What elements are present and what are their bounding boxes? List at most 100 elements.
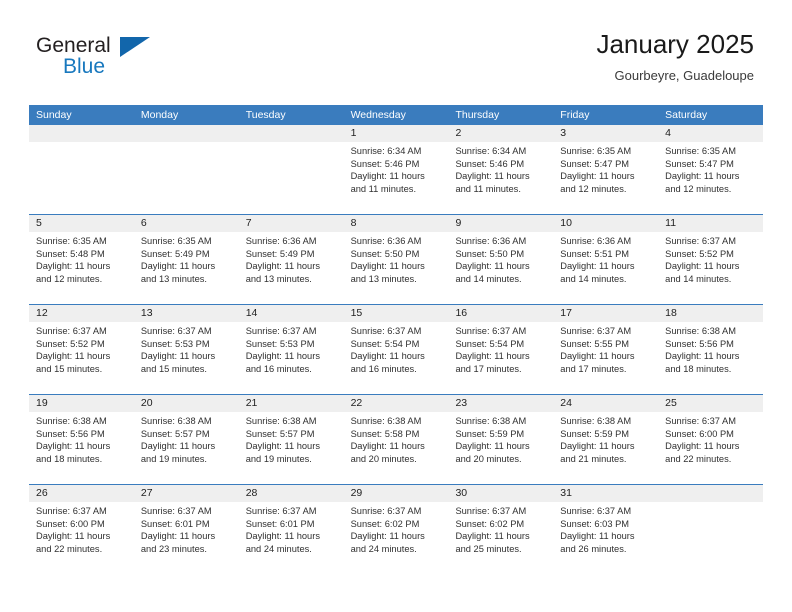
day-number bbox=[658, 485, 764, 502]
day-details: Sunrise: 6:38 AM Sunset: 5:59 PM Daylight:… bbox=[448, 412, 553, 465]
day-detail-line: Daylight: 11 hours bbox=[245, 531, 320, 542]
day-number bbox=[29, 125, 134, 142]
day-number: 8 bbox=[343, 215, 449, 232]
day-detail-line: Daylight: 11 hours bbox=[560, 441, 635, 452]
calendar-day-cell[interactable]: 9 Sunrise: 6:36 AM Sunset: 5:50 PM Daylight… bbox=[448, 215, 554, 304]
day-detail-line: and 16 minutes. bbox=[245, 363, 312, 374]
day-detail-line: Daylight: 11 hours bbox=[665, 351, 740, 362]
day-detail-line: and 15 minutes. bbox=[36, 363, 103, 374]
calendar-day-cell[interactable]: 6 Sunrise: 6:35 AM Sunset: 5:49 PM Daylight… bbox=[133, 215, 239, 304]
day-detail-line: Sunset: 6:02 PM bbox=[350, 518, 420, 529]
calendar-day-cell[interactable]: 26 Sunrise: 6:37 AM Sunset: 6:00 PM Dayligh… bbox=[29, 485, 134, 574]
day-number: 24 bbox=[553, 395, 659, 412]
calendar-day-cell[interactable]: 17 Sunrise: 6:37 AM Sunset: 5:55 PM Dayligh… bbox=[553, 305, 659, 394]
calendar-week-row: 12 Sunrise: 6:37 AM Sunset: 5:52 PM Dayligh… bbox=[29, 304, 764, 394]
brand-name-blue: Blue bbox=[63, 55, 106, 78]
calendar-day-cell[interactable]: 29 Sunrise: 6:37 AM Sunset: 6:02 PM Dayligh… bbox=[343, 485, 449, 574]
calendar-day-cell[interactable]: 11 Sunrise: 6:37 AM Sunset: 5:52 PM Dayligh… bbox=[658, 215, 764, 304]
day-detail-line: Sunset: 5:58 PM bbox=[350, 428, 420, 439]
day-detail-line: Sunset: 5:50 PM bbox=[455, 248, 525, 259]
day-number: 3 bbox=[553, 125, 659, 142]
calendar-day-cell[interactable]: 14 Sunrise: 6:37 AM Sunset: 5:53 PM Dayligh… bbox=[238, 305, 344, 394]
day-detail-line: Sunrise: 6:38 AM bbox=[245, 416, 317, 426]
day-number: 26 bbox=[29, 485, 134, 502]
day-detail-line: and 24 minutes. bbox=[245, 543, 312, 554]
day-number: 11 bbox=[658, 215, 764, 232]
day-detail-line: Daylight: 11 hours bbox=[36, 441, 111, 452]
day-detail-line: Daylight: 11 hours bbox=[140, 351, 216, 362]
day-detail-line: Sunrise: 6:38 AM bbox=[140, 416, 212, 426]
day-detail-line: and 14 minutes. bbox=[455, 273, 522, 284]
day-detail-line: and 11 minutes. bbox=[455, 183, 521, 194]
day-detail-line: and 17 minutes. bbox=[455, 363, 522, 374]
day-of-week-monday: Monday bbox=[140, 109, 179, 121]
day-of-week-header: Sunday Monday Tuesday Wednesday Thursday Frid… bbox=[29, 105, 763, 125]
calendar-day-cell[interactable]: 20 Sunrise: 6:38 AM Sunset: 5:57 PM Dayligh… bbox=[133, 395, 239, 484]
calendar-day-cell[interactable]: 15 Sunrise: 6:37 AM Sunset: 5:54 PM Dayligh… bbox=[343, 305, 449, 394]
day-detail-line: and 12 minutes. bbox=[36, 273, 103, 284]
calendar-day-cell[interactable]: 8 Sunrise: 6:36 AM Sunset: 5:50 PM Daylight… bbox=[343, 215, 449, 304]
day-detail-line: and 20 minutes. bbox=[350, 453, 417, 464]
day-detail-line: Sunset: 5:59 PM bbox=[560, 428, 630, 439]
calendar-day-cell[interactable]: 16 Sunrise: 6:37 AM Sunset: 5:54 PM Dayligh… bbox=[448, 305, 554, 394]
day-detail-line: Sunset: 5:47 PM bbox=[560, 158, 630, 169]
day-details: Sunrise: 6:37 AM Sunset: 6:03 PM Daylight:… bbox=[553, 502, 658, 555]
day-number: 19 bbox=[29, 395, 134, 412]
day-detail-line: Sunset: 5:57 PM bbox=[245, 428, 315, 439]
day-details: Sunrise: 6:37 AM Sunset: 5:53 PM Daylight:… bbox=[239, 322, 344, 375]
calendar-day-cell[interactable]: 3 Sunrise: 6:35 AM Sunset: 5:47 PM Daylight… bbox=[553, 125, 659, 214]
calendar-day-cell[interactable]: 5 Sunrise: 6:35 AM Sunset: 5:48 PM Daylight… bbox=[29, 215, 134, 304]
calendar-day-cell[interactable]: 24 Sunrise: 6:38 AM Sunset: 5:59 PM Dayligh… bbox=[553, 395, 659, 484]
day-detail-line: Sunrise: 6:37 AM bbox=[140, 506, 212, 516]
day-detail-line: Sunrise: 6:37 AM bbox=[560, 506, 632, 516]
calendar-day-cell[interactable]: 31 Sunrise: 6:37 AM Sunset: 6:03 PM Dayligh… bbox=[553, 485, 659, 574]
day-detail-line: Daylight: 11 hours bbox=[36, 351, 111, 362]
day-detail-line: Sunrise: 6:37 AM bbox=[140, 326, 212, 336]
day-details: Sunrise: 6:37 AM Sunset: 5:55 PM Daylight:… bbox=[553, 322, 658, 375]
day-of-week-tuesday: Tuesday bbox=[245, 109, 286, 121]
day-detail-line: Sunset: 5:49 PM bbox=[140, 248, 210, 259]
day-number: 15 bbox=[343, 305, 449, 322]
day-detail-line: Sunrise: 6:38 AM bbox=[560, 416, 632, 426]
calendar-day-cell[interactable]: 30 Sunrise: 6:37 AM Sunset: 6:02 PM Dayligh… bbox=[448, 485, 554, 574]
day-detail-line: Sunset: 5:54 PM bbox=[455, 338, 525, 349]
day-detail-line: Sunset: 5:51 PM bbox=[560, 248, 630, 259]
calendar-day-cell[interactable]: 12 Sunrise: 6:37 AM Sunset: 5:52 PM Dayligh… bbox=[29, 305, 134, 394]
day-number: 30 bbox=[448, 485, 554, 502]
day-detail-line: and 26 minutes. bbox=[560, 543, 627, 554]
day-number bbox=[133, 125, 239, 142]
day-detail-line: Daylight: 11 hours bbox=[36, 531, 111, 542]
day-details: Sunrise: 6:38 AM Sunset: 5:57 PM Daylight:… bbox=[239, 412, 344, 465]
day-detail-line: Sunrise: 6:35 AM bbox=[665, 146, 736, 156]
calendar-day-cell[interactable]: 7 Sunrise: 6:36 AM Sunset: 5:49 PM Daylight… bbox=[238, 215, 344, 304]
calendar-day-cell[interactable]: 27 Sunrise: 6:37 AM Sunset: 6:01 PM Dayligh… bbox=[133, 485, 239, 574]
day-details: Sunrise: 6:37 AM Sunset: 6:02 PM Daylight:… bbox=[448, 502, 553, 555]
calendar-day-cell[interactable]: 23 Sunrise: 6:38 AM Sunset: 5:59 PM Dayligh… bbox=[448, 395, 554, 484]
calendar-day-cell[interactable]: 1 Sunrise: 6:34 AM Sunset: 5:46 PM Daylight… bbox=[343, 125, 449, 214]
day-detail-line: and 14 minutes. bbox=[560, 273, 627, 284]
calendar-day-cell[interactable]: 10 Sunrise: 6:36 AM Sunset: 5:51 PM Dayligh… bbox=[553, 215, 659, 304]
day-detail-line: Sunrise: 6:38 AM bbox=[36, 416, 107, 426]
calendar-day-cell[interactable]: 25 Sunrise: 6:37 AM Sunset: 6:00 PM Dayligh… bbox=[658, 395, 764, 484]
day-details: Sunrise: 6:37 AM Sunset: 6:02 PM Daylight:… bbox=[344, 502, 449, 555]
calendar-day-cell[interactable]: 22 Sunrise: 6:38 AM Sunset: 5:58 PM Dayligh… bbox=[343, 395, 449, 484]
calendar-day-cell[interactable]: 19 Sunrise: 6:38 AM Sunset: 5:56 PM Dayligh… bbox=[29, 395, 134, 484]
day-detail-line: Sunset: 5:47 PM bbox=[665, 158, 734, 169]
day-detail-line: Daylight: 11 hours bbox=[140, 441, 216, 452]
calendar-day-cell[interactable]: 2 Sunrise: 6:34 AM Sunset: 5:46 PM Daylight… bbox=[448, 125, 554, 214]
calendar-day-cell[interactable]: 13 Sunrise: 6:37 AM Sunset: 5:53 PM Dayligh… bbox=[133, 305, 239, 394]
day-details: Sunrise: 6:38 AM Sunset: 5:57 PM Daylight:… bbox=[134, 412, 239, 465]
day-detail-line: Sunset: 5:48 PM bbox=[36, 248, 105, 259]
calendar-day-cell[interactable]: 21 Sunrise: 6:38 AM Sunset: 5:57 PM Dayligh… bbox=[238, 395, 344, 484]
day-detail-line: Sunset: 5:54 PM bbox=[350, 338, 420, 349]
day-detail-line: Daylight: 11 hours bbox=[350, 531, 425, 542]
day-number: 25 bbox=[658, 395, 764, 412]
day-detail-line: Sunset: 6:00 PM bbox=[665, 428, 734, 439]
calendar-day-cell[interactable]: 28 Sunrise: 6:37 AM Sunset: 6:01 PM Dayligh… bbox=[238, 485, 344, 574]
calendar-day-cell[interactable]: 4 Sunrise: 6:35 AM Sunset: 5:47 PM Daylight… bbox=[658, 125, 764, 214]
day-details: Sunrise: 6:37 AM Sunset: 6:01 PM Daylight:… bbox=[134, 502, 239, 555]
calendar-day-cell[interactable]: 18 Sunrise: 6:38 AM Sunset: 5:56 PM Dayligh… bbox=[658, 305, 764, 394]
day-detail-line: Sunset: 6:02 PM bbox=[455, 518, 525, 529]
calendar-week-row: 19 Sunrise: 6:38 AM Sunset: 5:56 PM Dayligh… bbox=[29, 394, 764, 484]
title-block: January 2025 Gourbeyre, Guadeloupe bbox=[596, 28, 754, 86]
